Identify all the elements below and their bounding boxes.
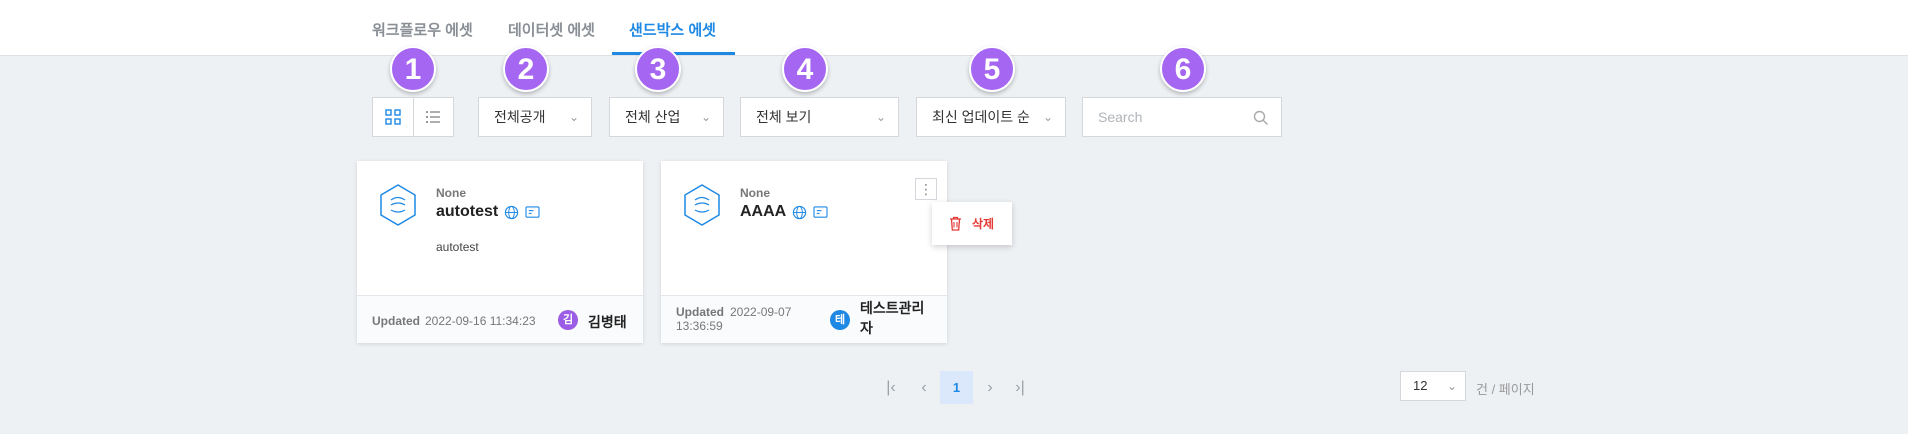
updated-date: 2022-09-07 — [730, 305, 792, 319]
annotation-badge-5: 5 — [969, 46, 1015, 92]
sandbox-hex-icon — [684, 184, 720, 226]
avatar: 테 — [830, 310, 850, 330]
industry-select[interactable]: 전체 산업 ⌄ — [609, 97, 724, 137]
card-menu-button[interactable]: ⋮ — [915, 178, 937, 200]
next-page-icon: › — [987, 379, 993, 396]
owner-name: 김병태 — [588, 314, 627, 330]
tab-sandbox-assets[interactable]: 샌드박스 에셋 — [629, 19, 716, 40]
prev-page-button[interactable]: ‹ — [909, 373, 939, 403]
top-tab-bar: 워크플로우 에셋 데이터셋 에셋 샌드박스 에셋 — [0, 0, 1908, 56]
kebab-menu-icon: ⋮ — [919, 180, 933, 197]
chevron-down-icon: ⌄ — [700, 110, 711, 124]
card-title-row: autotest — [436, 203, 540, 221]
chevron-down-icon: ⌄ — [1042, 110, 1053, 124]
card-delete-menu-item[interactable]: 삭제 — [932, 202, 1012, 245]
view-select-value: 전체 보기 — [756, 109, 812, 125]
visibility-select[interactable]: 전체공개 ⌄ — [478, 97, 592, 137]
card-icon — [813, 205, 828, 218]
updated-time: 13:36:59 — [676, 319, 723, 333]
next-page-button[interactable]: › — [975, 373, 1005, 403]
search-icon[interactable] — [1253, 110, 1269, 126]
search-box — [1082, 97, 1282, 137]
annotation-badge-3: 3 — [635, 46, 681, 92]
globe-icon — [505, 205, 519, 219]
card-title[interactable]: autotest — [436, 203, 498, 221]
card-title-row: AAAA — [740, 203, 828, 221]
card-footer: Updated 2022-09-16 11:34:23 김 김병태 — [357, 295, 643, 343]
sort-select[interactable]: 최신 업데이트 순 ⌄ — [916, 97, 1066, 137]
first-page-icon: |‹ — [886, 379, 896, 396]
prev-page-icon: ‹ — [921, 379, 927, 396]
card-category: None — [436, 186, 466, 200]
grid-view-icon — [385, 109, 401, 125]
list-view-button[interactable] — [412, 98, 454, 136]
updated-label: Updated — [676, 305, 724, 319]
chevron-down-icon: ⌄ — [1446, 379, 1457, 393]
globe-icon — [793, 205, 807, 219]
updated-label: Updated — [372, 314, 420, 328]
first-page-button[interactable]: |‹ — [876, 373, 906, 403]
industry-select-value: 전체 산업 — [625, 109, 681, 125]
delete-label: 삭제 — [972, 217, 995, 231]
chevron-down-icon: ⌄ — [568, 110, 579, 124]
asset-card[interactable]: None autotest autotest Updated 2022-09-1… — [357, 161, 643, 343]
card-icon — [525, 205, 540, 218]
asset-card[interactable]: None AAAA ⋮ Updated 2022-09-07 13:36:59 … — [661, 161, 947, 343]
search-input[interactable] — [1083, 98, 1243, 136]
view-toggle — [372, 97, 454, 137]
chevron-down-icon: ⌄ — [875, 110, 886, 124]
page-size-select[interactable]: 12 ⌄ — [1400, 371, 1466, 401]
avatar: 김 — [558, 310, 578, 330]
page-size-value: 12 — [1413, 378, 1428, 393]
sandbox-hex-icon — [380, 184, 416, 226]
sort-select-value: 최신 업데이트 순 — [932, 109, 1030, 125]
annotation-badge-2: 2 — [503, 46, 549, 92]
last-page-icon: ›| — [1015, 379, 1025, 396]
card-description: autotest — [436, 240, 479, 254]
page-number-button[interactable]: 1 — [940, 371, 973, 404]
annotation-badge-6: 6 — [1160, 46, 1206, 92]
card-category: None — [740, 186, 770, 200]
visibility-select-value: 전체공개 — [494, 109, 546, 125]
view-select[interactable]: 전체 보기 ⌄ — [740, 97, 899, 137]
annotation-badge-1: 1 — [390, 46, 436, 92]
last-page-button[interactable]: ›| — [1005, 373, 1035, 403]
card-title[interactable]: AAAA — [740, 203, 786, 221]
owner-name-cont: 자 — [860, 320, 873, 336]
updated-date: 2022-09-16 11:34:23 — [425, 314, 536, 328]
tab-workflow-assets[interactable]: 워크플로우 에셋 — [372, 19, 473, 40]
per-page-label: 건 / 페이지 — [1476, 382, 1535, 397]
list-view-icon — [426, 111, 441, 123]
owner-name: 테스트관리 — [860, 300, 925, 316]
grid-view-button[interactable] — [373, 98, 413, 136]
card-footer: Updated 2022-09-07 13:36:59 테 테스트관리 자 — [661, 295, 947, 343]
tab-dataset-assets[interactable]: 데이터셋 에셋 — [508, 19, 595, 40]
trash-icon — [950, 216, 961, 231]
annotation-badge-4: 4 — [782, 46, 828, 92]
